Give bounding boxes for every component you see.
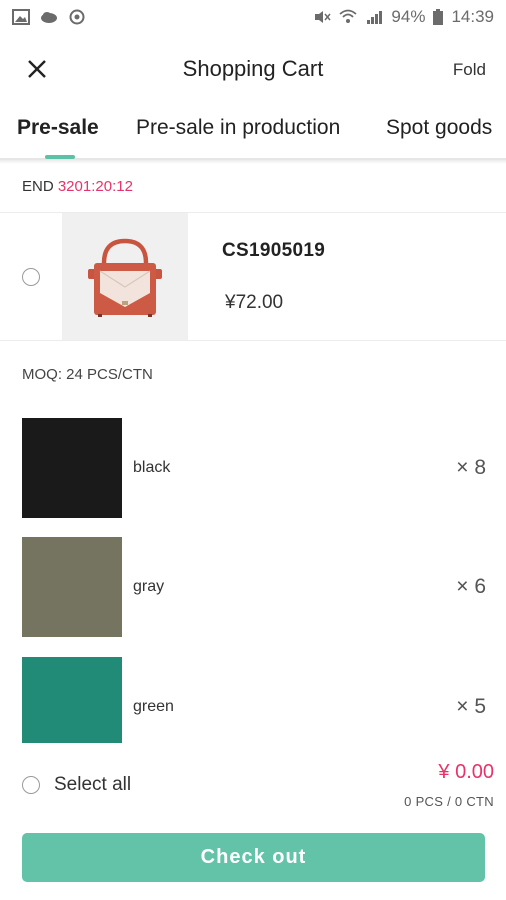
product-code: CS1905019	[222, 240, 326, 261]
moq-label: MOQ: 24 PCS/CTN	[22, 366, 153, 383]
battery-percentage: 94%	[391, 7, 426, 26]
tab-bar: Pre-sale Pre-sale in production Spot goo…	[0, 104, 506, 160]
battery-icon	[433, 9, 444, 25]
select-all-label: Select all	[54, 774, 132, 795]
page-title: Shopping Cart	[182, 56, 324, 81]
signal-icon	[367, 11, 383, 24]
color-quantity: × 5	[456, 695, 486, 718]
product-image[interactable]	[62, 213, 188, 340]
checkout-button[interactable]: Check out	[22, 833, 485, 882]
color-swatch	[22, 657, 122, 743]
wifi-icon	[339, 9, 358, 23]
countdown-prefix: END	[22, 178, 54, 195]
tab-pre-sale[interactable]: Pre-sale	[17, 116, 99, 140]
color-name: green	[133, 698, 174, 715]
color-item-gray[interactable]: gray × 6	[0, 537, 506, 637]
select-all[interactable]: Select all	[22, 774, 131, 796]
color-item-green[interactable]: green × 5	[0, 657, 506, 743]
image-icon	[12, 9, 30, 25]
color-name: gray	[133, 578, 165, 595]
handbag-image	[88, 238, 162, 317]
app-header: Shopping Cart Fold	[0, 40, 506, 98]
tab-pre-sale-in-production[interactable]: Pre-sale in production	[136, 116, 340, 140]
color-name: black	[133, 459, 171, 476]
total-count: 0 PCS / 0 CTN	[404, 794, 494, 809]
color-swatch	[22, 537, 122, 637]
countdown-row: END 3201:20:12	[22, 178, 133, 195]
countdown-timer: 3201:20:12	[57, 178, 133, 195]
total-price: ¥ 0.00	[438, 761, 494, 783]
active-tab-indicator	[45, 155, 75, 159]
clock: 14:39	[451, 7, 494, 26]
product-select-radio[interactable]	[22, 268, 40, 286]
sync-icon	[69, 9, 85, 25]
divider	[0, 160, 506, 164]
color-item-black[interactable]: black × 8	[0, 418, 506, 518]
select-all-radio[interactable]	[22, 776, 40, 794]
cloud-icon	[41, 12, 57, 23]
fold-button[interactable]: Fold	[453, 60, 486, 80]
mute-icon	[315, 11, 331, 23]
color-quantity: × 8	[456, 456, 486, 479]
tab-spot-goods[interactable]: Spot goods	[386, 116, 492, 140]
color-quantity: × 6	[456, 575, 486, 598]
status-bar: 94% 14:39	[0, 0, 506, 34]
divider	[0, 340, 506, 341]
color-swatch	[22, 418, 122, 518]
product-price: ¥72.00	[225, 292, 284, 313]
